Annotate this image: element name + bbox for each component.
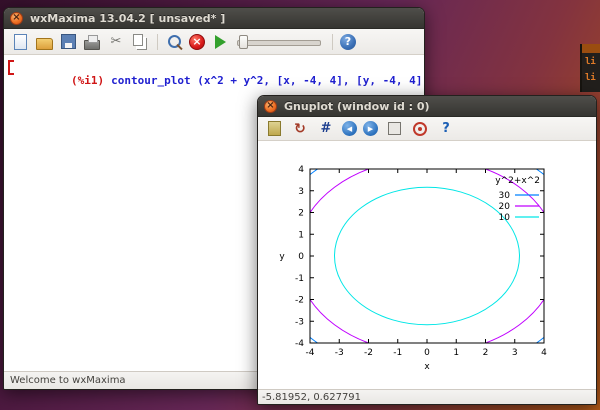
svg-text:0: 0 bbox=[298, 252, 304, 262]
terminal-text-line: li bbox=[582, 54, 600, 70]
svg-text:1: 1 bbox=[298, 230, 304, 240]
zoom-previous-icon: ◀ bbox=[347, 125, 352, 133]
print-button[interactable] bbox=[82, 32, 102, 52]
svg-text:-2: -2 bbox=[295, 296, 304, 306]
gnuplot-statusbar: -5.81952, 0.627791 bbox=[258, 389, 596, 404]
plot-area[interactable]: -4 -3 -2 -1 0 1 2 3 4 -4 -3 -2 -1 0 1 2 3 4 x y y^2+x^2 30201… bbox=[258, 141, 596, 389]
toolbar-separator bbox=[332, 34, 333, 50]
play-button[interactable] bbox=[209, 32, 229, 52]
copy-to-clipboard-button[interactable] bbox=[264, 119, 284, 139]
toolbar-separator bbox=[157, 34, 158, 50]
svg-text:2: 2 bbox=[483, 348, 489, 358]
save-button[interactable] bbox=[58, 32, 78, 52]
zoom-next-button[interactable]: ▶ bbox=[363, 121, 378, 136]
help-icon: ? bbox=[345, 35, 351, 48]
find-button[interactable] bbox=[165, 32, 185, 52]
svg-text:1: 1 bbox=[453, 348, 459, 358]
copy-button[interactable] bbox=[130, 32, 150, 52]
svg-text:-1: -1 bbox=[393, 348, 402, 358]
svg-text:10: 10 bbox=[499, 213, 511, 223]
slider-handle[interactable] bbox=[239, 35, 248, 49]
cell-bracket bbox=[8, 60, 14, 75]
new-document-button[interactable] bbox=[10, 32, 30, 52]
svg-text:-1: -1 bbox=[295, 274, 304, 284]
open-button[interactable] bbox=[34, 32, 54, 52]
svg-text:2: 2 bbox=[298, 209, 304, 219]
config-button[interactable] bbox=[410, 119, 430, 139]
zoom-next-icon: ▶ bbox=[368, 125, 373, 133]
cut-button[interactable]: ✂ bbox=[106, 32, 126, 52]
help-button[interactable]: ? bbox=[340, 34, 356, 50]
interrupt-button[interactable]: × bbox=[189, 34, 205, 50]
gnuplot-toolbar: ↻ # ◀ ▶ ? bbox=[258, 117, 596, 141]
terminal-text-line: li bbox=[582, 70, 600, 86]
autoscale-button[interactable] bbox=[384, 119, 404, 139]
input-prompt: (%i1) bbox=[71, 74, 104, 87]
svg-text:-3: -3 bbox=[335, 348, 344, 358]
svg-text:-4: -4 bbox=[295, 339, 304, 349]
stop-icon: × bbox=[192, 36, 201, 47]
status-text: Welcome to wxMaxima bbox=[10, 375, 126, 386]
zoom-previous-button[interactable]: ◀ bbox=[342, 121, 357, 136]
svg-text:30: 30 bbox=[499, 191, 511, 201]
animation-slider[interactable] bbox=[237, 33, 321, 51]
desktop: li li × wxMaxima 13.04.2 [ unsaved* ] ✂ … bbox=[0, 0, 600, 410]
svg-text:20: 20 bbox=[499, 202, 511, 212]
svg-text:3: 3 bbox=[512, 348, 518, 358]
wxmaxima-titlebar[interactable]: × wxMaxima 13.04.2 [ unsaved* ] bbox=[4, 8, 424, 29]
replot-button[interactable]: ↻ bbox=[290, 119, 310, 139]
svg-text:4: 4 bbox=[541, 348, 547, 358]
toggle-grid-button[interactable]: # bbox=[316, 119, 336, 139]
svg-text:0: 0 bbox=[424, 348, 430, 358]
close-icon: × bbox=[12, 13, 20, 23]
close-button[interactable]: × bbox=[10, 12, 23, 25]
help-button[interactable]: ? bbox=[436, 119, 456, 139]
svg-text:-3: -3 bbox=[295, 317, 304, 327]
background-terminal-window[interactable]: li li bbox=[580, 44, 600, 92]
svg-text:y: y bbox=[279, 252, 285, 262]
svg-text:y^2+x^2: y^2+x^2 bbox=[495, 176, 540, 186]
svg-text:-2: -2 bbox=[364, 348, 373, 358]
mouse-coordinates: -5.81952, 0.627791 bbox=[262, 392, 361, 403]
close-button[interactable]: × bbox=[264, 100, 277, 113]
wxmaxima-toolbar: ✂ × ? bbox=[4, 29, 424, 55]
close-icon: × bbox=[266, 101, 274, 111]
window-title: wxMaxima 13.04.2 [ unsaved* ] bbox=[30, 12, 225, 25]
svg-text:-4: -4 bbox=[306, 348, 315, 358]
window-title: Gnuplot (window id : 0) bbox=[284, 100, 430, 113]
gnuplot-canvas[interactable]: -4 -3 -2 -1 0 1 2 3 4 -4 -3 -2 -1 0 1 2 3 4 x y y^2+x^2 30201… bbox=[258, 141, 596, 389]
svg-text:4: 4 bbox=[298, 165, 304, 175]
svg-text:x: x bbox=[424, 362, 430, 372]
svg-text:3: 3 bbox=[298, 187, 304, 197]
gnuplot-window[interactable]: × Gnuplot (window id : 0) ↻ # ◀ ▶ ? -4 -3… bbox=[257, 95, 597, 405]
gnuplot-titlebar[interactable]: × Gnuplot (window id : 0) bbox=[258, 96, 596, 117]
input-code[interactable]: contour_plot (x^2 + y^2, [x, -4, 4], [y,… bbox=[111, 74, 425, 87]
